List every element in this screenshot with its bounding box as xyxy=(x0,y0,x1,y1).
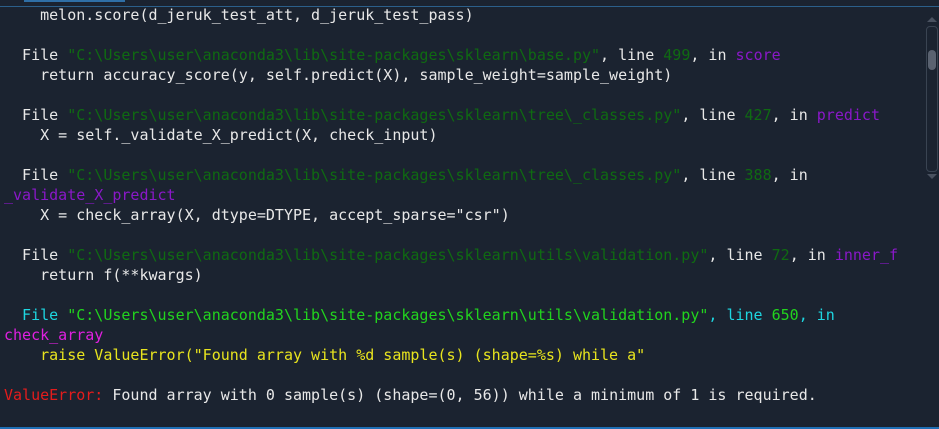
traceback-line: melon.score(d_jeruk_test_att, d_jeruk_te… xyxy=(4,5,898,25)
text-segment-default: X = self._validate_X_predict(X, check_in… xyxy=(4,126,438,144)
text-segment-func: _validate_X_predict xyxy=(4,186,176,204)
text-segment-path: 388 xyxy=(744,166,772,184)
text-segment-default: , in xyxy=(771,106,817,124)
text-segment-default: , line xyxy=(708,246,772,264)
vertical-scrollbar[interactable] xyxy=(926,26,938,172)
text-segment-path: "C:\Users\user\anaconda3\lib\site-packag… xyxy=(67,246,709,264)
text-segment-path: 427 xyxy=(744,106,772,124)
text-segment-cyan: File xyxy=(4,306,68,324)
text-segment-func: score xyxy=(735,46,781,64)
text-segment-default: File xyxy=(4,106,68,124)
text-segment-red: ValueError: xyxy=(4,386,113,404)
text-segment-default: , in xyxy=(789,246,835,264)
text-segment-func: inner_f xyxy=(834,246,899,264)
traceback-line: File "C:\Users\user\anaconda3\lib\site-p… xyxy=(4,105,898,125)
traceback-line: return f(**kwargs) xyxy=(4,265,898,285)
text-segment-path: "C:\Users\user\anaconda3\lib\site-packag… xyxy=(67,166,682,184)
traceback-line: X = self._validate_X_predict(X, check_in… xyxy=(4,125,898,145)
text-segment-default: File xyxy=(4,166,68,184)
scrollbar-thumb[interactable] xyxy=(928,50,936,70)
terminal-output: melon.score(d_jeruk_test_att, d_jeruk_te… xyxy=(4,5,898,405)
text-segment-default: X = check_array(X, dtype=DTYPE, accept_s… xyxy=(4,206,510,224)
traceback-line xyxy=(4,145,898,165)
traceback-line: return accuracy_score(y, self.predict(X)… xyxy=(4,65,898,85)
text-segment-yellow: raise ValueError("Found array with %d sa… xyxy=(4,346,646,364)
text-segment-default: melon.score(d_jeruk_test_att, d_jeruk_te… xyxy=(4,6,474,24)
traceback-line: File "C:\Users\user\anaconda3\lib\site-p… xyxy=(4,45,898,65)
text-segment-default: , line xyxy=(600,46,664,64)
traceback-line: File "C:\Users\user\anaconda3\lib\site-p… xyxy=(4,305,898,325)
text-segment-path: "C:\Users\user\anaconda3\lib\site-packag… xyxy=(67,46,601,64)
traceback-line xyxy=(4,225,898,245)
text-segment-magenta: check_array xyxy=(4,326,104,344)
text-segment-bright-green: "C:\Users\user\anaconda3\lib\site-packag… xyxy=(67,306,709,324)
text-segment-default: return accuracy_score(y, self.predict(X)… xyxy=(4,66,673,84)
text-segment-default: , line xyxy=(681,106,745,124)
traceback-line: raise ValueError("Found array with %d sa… xyxy=(4,345,898,365)
text-segment-default: Found array with 0 sample(s) (shape=(0, … xyxy=(112,386,817,404)
traceback-line: X = check_array(X, dtype=DTYPE, accept_s… xyxy=(4,205,898,225)
traceback-line: check_array xyxy=(4,325,898,345)
traceback-line: ValueError: Found array with 0 sample(s)… xyxy=(4,385,898,405)
text-segment-path: "C:\Users\user\anaconda3\lib\site-packag… xyxy=(67,106,682,124)
active-tab-indicator xyxy=(24,0,125,2)
text-segment-cyan: , line xyxy=(708,306,772,324)
text-segment-default: , in xyxy=(771,166,808,184)
traceback-line: _validate_X_predict xyxy=(4,185,898,205)
scroll-up-arrow-icon[interactable] xyxy=(927,17,937,22)
scroll-down-arrow-icon[interactable] xyxy=(927,174,937,179)
text-segment-bright-green: 650 xyxy=(771,306,799,324)
text-segment-path: 72 xyxy=(771,246,790,264)
traceback-line xyxy=(4,25,898,45)
text-segment-cyan: , in xyxy=(798,306,835,324)
traceback-line xyxy=(4,365,898,385)
text-segment-default: , in xyxy=(690,46,736,64)
traceback-line: File "C:\Users\user\anaconda3\lib\site-p… xyxy=(4,245,898,265)
traceback-line: File "C:\Users\user\anaconda3\lib\site-p… xyxy=(4,165,898,185)
text-segment-default: return f(**kwargs) xyxy=(4,266,203,284)
text-segment-func: predict xyxy=(816,106,880,124)
text-segment-path: 499 xyxy=(663,46,691,64)
text-segment-default: File xyxy=(4,46,68,64)
text-segment-default: File xyxy=(4,246,68,264)
traceback-line xyxy=(4,85,898,105)
text-segment-default: , line xyxy=(681,166,745,184)
traceback-line xyxy=(4,285,898,305)
